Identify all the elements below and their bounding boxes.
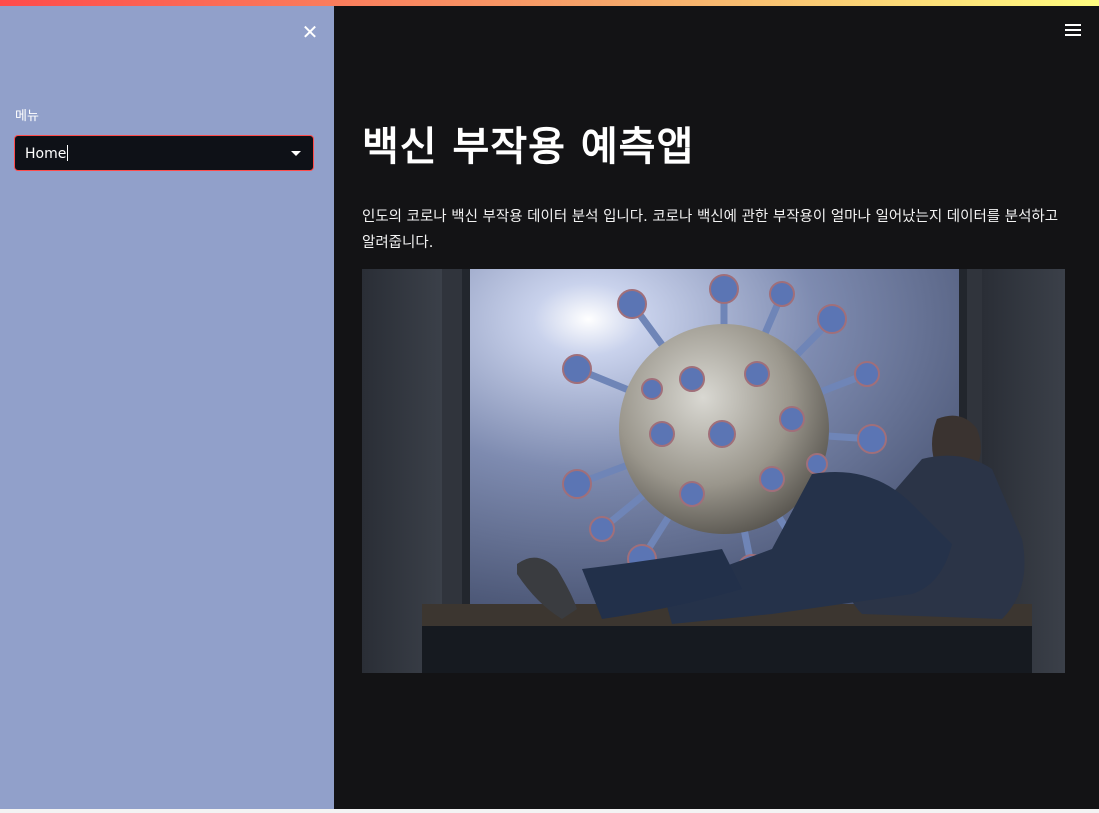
coronavirus-illustration bbox=[362, 269, 1065, 673]
menu-label: 메뉴 bbox=[15, 109, 39, 124]
hamburger-menu-icon[interactable] bbox=[1065, 24, 1081, 36]
intro-paragraph: 인도의 코로나 백신 부작용 데이터 분석 입니다. 코로나 백신에 관한 부작… bbox=[362, 209, 1059, 251]
hero-image bbox=[362, 269, 1065, 673]
chevron-down-icon[interactable] bbox=[291, 151, 301, 156]
main-content: 백신 부작용 예측앱 인도의 코로나 백신 부작용 데이터 분석 입니다. 코로… bbox=[334, 6, 1099, 809]
menu-select-value: Home bbox=[25, 146, 67, 162]
close-icon[interactable]: ✕ bbox=[299, 21, 321, 43]
page-title: 백신 부작용 예측앱 bbox=[362, 124, 695, 170]
top-accent-bar bbox=[0, 0, 1099, 6]
sidebar: ✕ 메뉴 Home bbox=[0, 6, 334, 809]
menu-select[interactable]: Home bbox=[14, 135, 314, 171]
app-window: ✕ 메뉴 Home 백신 부작용 예측앱 인도의 코로나 백신 부작용 데이터 … bbox=[0, 6, 1099, 809]
